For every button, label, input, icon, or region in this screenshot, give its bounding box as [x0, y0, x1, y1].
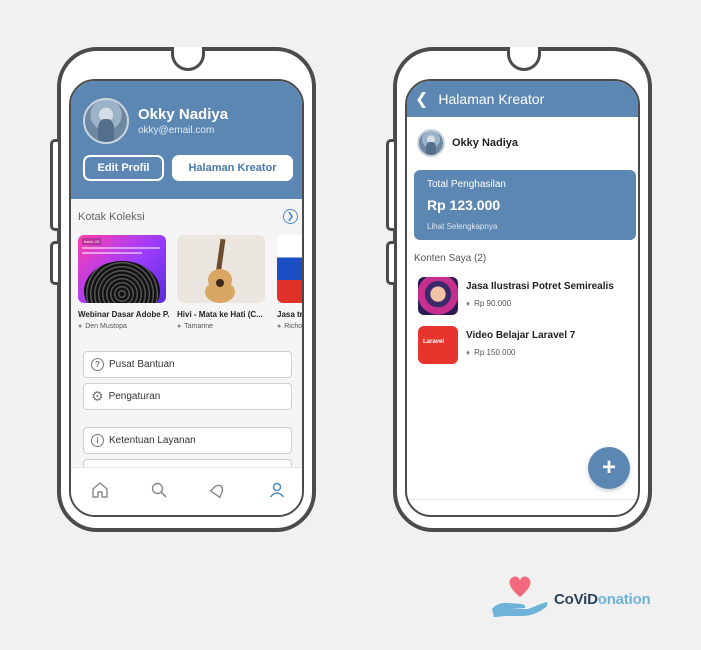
brand-logo: CoViDonation: [490, 575, 660, 620]
profile-body: Kotak Koleksi ❯ batch 25 Webinar Dasar A…: [71, 199, 303, 469]
phone-notch: [171, 47, 205, 71]
back-icon[interactable]: ❮: [415, 89, 428, 109]
creator-name: Okky Nadiya: [452, 137, 519, 149]
webinar-thumbnail: batch 25: [78, 235, 166, 303]
phone-frame-profile: Okky Nadiya okky@email.com Edit Profil H…: [50, 47, 316, 532]
earnings-value: Rp 123.000: [427, 197, 501, 213]
bottom-navigation: [71, 467, 302, 515]
content-title-text: Video Belajar Laravel 7: [466, 330, 576, 341]
content-title: Konten Saya (2): [414, 253, 487, 264]
arrow-right-icon[interactable]: ❯: [283, 209, 298, 224]
user-icon: ●: [78, 323, 83, 330]
phone-side-button: [50, 139, 58, 231]
earnings-link[interactable]: Lihat Selengkapnya: [427, 222, 497, 231]
creator-screen: ❮ Halaman Kreator Okky Nadiya Total Peng…: [405, 79, 640, 517]
profile-email: okky@email.com: [138, 125, 215, 136]
content-item[interactable]: Laravel Video Belajar Laravel 7 ♦ Rp 150.…: [418, 326, 575, 364]
phone-notch: [507, 47, 541, 71]
user-icon[interactable]: [265, 478, 289, 502]
laravel-thumbnail: Laravel: [418, 326, 458, 364]
home-icon[interactable]: [88, 478, 112, 502]
portrait-thumbnail: [418, 277, 458, 315]
card-author: Den Mustopa: [85, 323, 127, 330]
card-title: Webinar Dasar Adobe P...: [78, 310, 170, 319]
flag-thumbnail: [277, 235, 302, 303]
laravel-thumb-text: Laravel: [423, 339, 445, 345]
collection-card[interactable]: Hivi - Mata ke Hati (C... ● Tamarine: [177, 235, 269, 330]
edit-profile-button[interactable]: Edit Profil: [83, 155, 164, 181]
page-title: Halaman Kreator: [438, 91, 545, 107]
profile-name: Okky Nadiya: [138, 106, 229, 123]
card-author: Richo: [284, 323, 303, 330]
batch-tag: batch 25: [82, 238, 102, 245]
creator-page-button[interactable]: Halaman Kreator: [172, 155, 293, 181]
guitar-thumbnail: [177, 235, 265, 303]
user-icon: ●: [177, 323, 182, 330]
menu-label: Pengaturan: [108, 391, 161, 402]
profile-header: Okky Nadiya okky@email.com Edit Profil H…: [71, 81, 302, 199]
card-author: Tamarine: [184, 323, 214, 330]
menu-label: Ketentuan Layanan: [109, 435, 196, 446]
profile-screen: Okky Nadiya okky@email.com Edit Profil H…: [69, 79, 304, 517]
gear-icon: ⚙: [91, 388, 104, 404]
collection-card[interactable]: Jasa tra ●Richo: [277, 235, 303, 330]
card-title: Jasa tra: [277, 310, 303, 319]
bell-icon[interactable]: [206, 478, 230, 502]
collection-card[interactable]: batch 25 Webinar Dasar Adobe P... ● Den M…: [78, 235, 170, 330]
menu-help-center[interactable]: ? Pusat Bantuan: [83, 351, 292, 378]
content-price: Rp 150.000: [474, 348, 516, 357]
menu-settings[interactable]: ⚙ Pengaturan: [83, 383, 292, 410]
content-item[interactable]: Jasa Ilustrasi Potret Semirealis ♦ Rp 90.…: [418, 277, 614, 315]
user-icon: ●: [277, 323, 282, 330]
info-icon: i: [91, 434, 104, 447]
phone-side-button: [386, 139, 394, 231]
phone-side-button: [386, 241, 394, 285]
avatar[interactable]: [417, 129, 445, 157]
phone-side-button: [50, 241, 58, 285]
app-bar: ❮ Halaman Kreator: [407, 81, 638, 117]
card-title: Hivi - Mata ke Hati (C...: [177, 310, 263, 319]
earnings-label: Total Penghasilan: [427, 179, 506, 190]
phone-frame-creator: ❮ Halaman Kreator Okky Nadiya Total Peng…: [386, 47, 652, 532]
collection-title: Kotak Koleksi: [78, 211, 145, 223]
menu-label: Pusat Bantuan: [109, 359, 175, 370]
brand-name: CoViDonation: [554, 591, 651, 608]
earnings-card: Total Penghasilan Rp 123.000 Lihat Selen…: [414, 170, 636, 240]
add-content-button[interactable]: +: [588, 447, 630, 489]
search-icon[interactable]: [147, 478, 171, 502]
content-price: Rp 90.000: [474, 299, 512, 308]
help-icon: ?: [91, 358, 104, 371]
price-tag-icon: ♦: [466, 348, 471, 357]
price-tag-icon: ♦: [466, 299, 471, 308]
divider: [407, 499, 638, 500]
menu-terms[interactable]: i Ketentuan Layanan: [83, 427, 292, 454]
avatar[interactable]: [83, 98, 129, 144]
content-title-text: Jasa Ilustrasi Potret Semirealis: [466, 281, 614, 292]
heart-hand-icon: [492, 576, 548, 617]
